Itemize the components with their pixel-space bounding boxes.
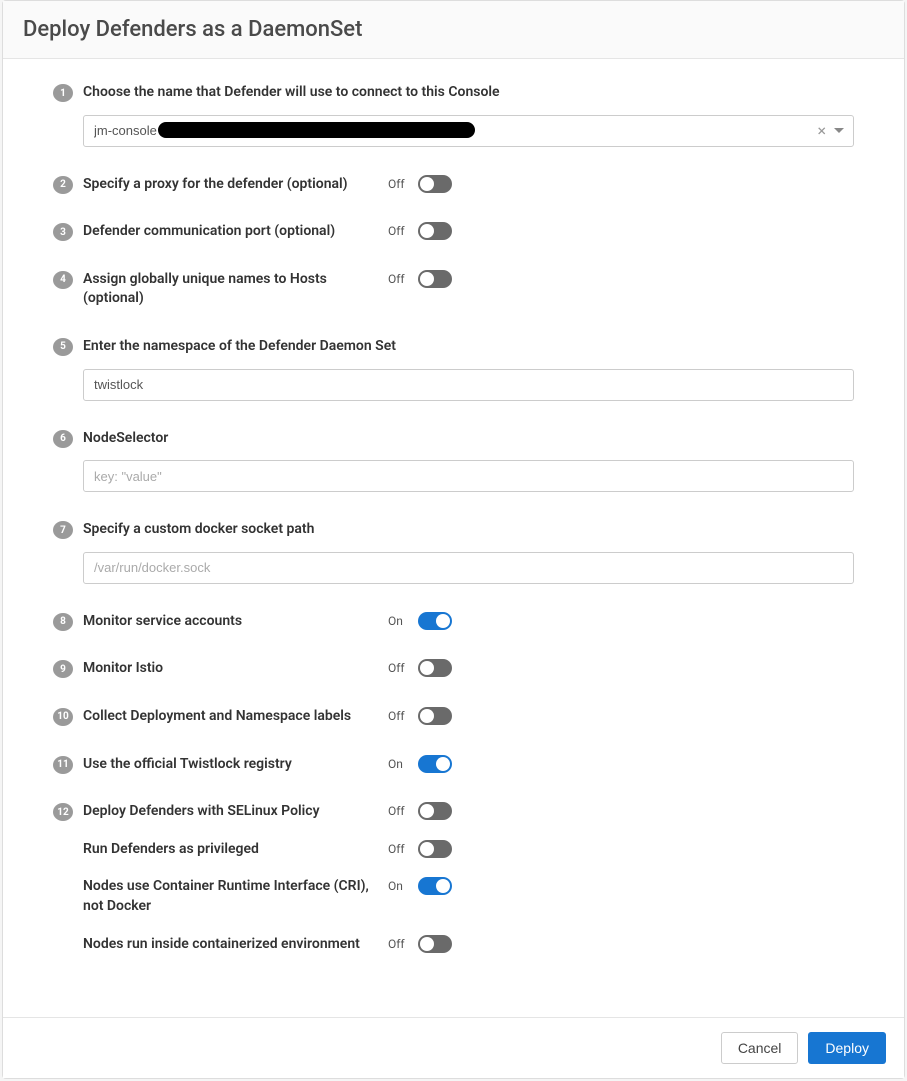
sub-label: Nodes run inside containerized environme… <box>83 935 388 955</box>
deploy-daemonset-modal: Deploy Defenders as a DaemonSet 1 Choose… <box>2 0 905 1079</box>
step-selinux: 12 Deploy Defenders with SELinux Policy … <box>53 802 854 954</box>
step-namespace: 5 Enter the namespace of the Defender Da… <box>53 337 854 401</box>
step-label: Choose the name that Defender will use t… <box>83 83 854 103</box>
step-label: Assign globally unique names to Hosts (o… <box>83 270 388 309</box>
registry-toggle[interactable] <box>418 755 452 773</box>
port-toggle[interactable] <box>418 222 452 240</box>
step-label: Use the official Twistlock registry <box>83 755 388 775</box>
toggle-state-label: On <box>388 879 410 893</box>
modal-footer: Cancel Deploy <box>3 1017 904 1078</box>
step-number: 11 <box>53 756 73 774</box>
deploy-button[interactable]: Deploy <box>808 1032 886 1064</box>
cri-toggle[interactable] <box>418 877 452 895</box>
console-name-select[interactable]: × <box>83 115 854 147</box>
step-label: Specify a custom docker socket path <box>83 520 854 540</box>
step-number: 3 <box>53 223 73 241</box>
step-label: NodeSelector <box>83 429 854 449</box>
docker-socket-input[interactable] <box>83 552 854 584</box>
step-number: 2 <box>53 176 73 194</box>
sub-cri: Nodes use Container Runtime Interface (C… <box>83 877 854 916</box>
istio-toggle[interactable] <box>418 659 452 677</box>
modal-body: 1 Choose the name that Defender will use… <box>3 59 904 1017</box>
step-port: 3 Defender communication port (optional)… <box>53 222 854 242</box>
step-number: 8 <box>53 613 73 631</box>
step-label: Defender communication port (optional) <box>83 222 388 242</box>
chevron-down-icon[interactable] <box>834 128 844 133</box>
redacted-text <box>158 122 475 138</box>
step-number: 5 <box>53 338 73 356</box>
step-docker-socket: 7 Specify a custom docker socket path <box>53 520 854 584</box>
step-label: Enter the namespace of the Defender Daem… <box>83 337 854 357</box>
modal-title: Deploy Defenders as a DaemonSet <box>23 17 884 42</box>
step-number: 1 <box>53 84 73 102</box>
sub-label: Run Defenders as privileged <box>83 840 388 860</box>
service-accounts-toggle[interactable] <box>418 612 452 630</box>
step-nodeselector: 6 NodeSelector <box>53 429 854 493</box>
step-label: Monitor service accounts <box>83 612 388 632</box>
proxy-toggle[interactable] <box>418 175 452 193</box>
toggle-state-label: Off <box>388 272 410 286</box>
nodeselector-input[interactable] <box>83 460 854 492</box>
step-number: 9 <box>53 660 73 678</box>
containerized-toggle[interactable] <box>418 935 452 953</box>
step-registry: 11 Use the official Twistlock registry O… <box>53 755 854 775</box>
toggle-state-label: On <box>388 757 410 771</box>
cancel-button[interactable]: Cancel <box>721 1032 799 1064</box>
toggle-state-label: Off <box>388 661 410 675</box>
step-label: Specify a proxy for the defender (option… <box>83 175 388 195</box>
step-label: Collect Deployment and Namespace labels <box>83 707 388 727</box>
toggle-state-label: Off <box>388 224 410 238</box>
step-istio: 9 Monitor Istio Off <box>53 659 854 679</box>
step-number: 6 <box>53 430 73 448</box>
toggle-state-label: Off <box>388 177 410 191</box>
toggle-state-label: Off <box>388 804 410 818</box>
collect-labels-toggle[interactable] <box>418 707 452 725</box>
toggle-state-label: Off <box>388 842 410 856</box>
toggle-state-label: On <box>388 614 410 628</box>
step-number: 4 <box>53 271 73 289</box>
toggle-state-label: Off <box>388 937 410 951</box>
sub-label: Nodes use Container Runtime Interface (C… <box>83 877 388 916</box>
unique-hosts-toggle[interactable] <box>418 270 452 288</box>
step-collect-labels: 10 Collect Deployment and Namespace labe… <box>53 707 854 727</box>
sub-privileged: Run Defenders as privileged Off <box>83 840 854 860</box>
step-number: 7 <box>53 521 73 539</box>
step-label: Monitor Istio <box>83 659 388 679</box>
selinux-toggle[interactable] <box>418 802 452 820</box>
step-number: 12 <box>53 803 73 821</box>
modal-header: Deploy Defenders as a DaemonSet <box>3 1 904 59</box>
step-unique-hosts: 4 Assign globally unique names to Hosts … <box>53 270 854 309</box>
step-console-name: 1 Choose the name that Defender will use… <box>53 83 854 147</box>
clear-icon[interactable]: × <box>815 123 828 139</box>
step-label: Deploy Defenders with SELinux Policy <box>83 802 388 822</box>
namespace-input[interactable] <box>83 369 854 401</box>
sub-containerized: Nodes run inside containerized environme… <box>83 935 854 955</box>
privileged-toggle[interactable] <box>418 840 452 858</box>
step-service-accounts: 8 Monitor service accounts On <box>53 612 854 632</box>
step-number: 10 <box>53 708 73 726</box>
toggle-state-label: Off <box>388 709 410 723</box>
step-proxy: 2 Specify a proxy for the defender (opti… <box>53 175 854 195</box>
